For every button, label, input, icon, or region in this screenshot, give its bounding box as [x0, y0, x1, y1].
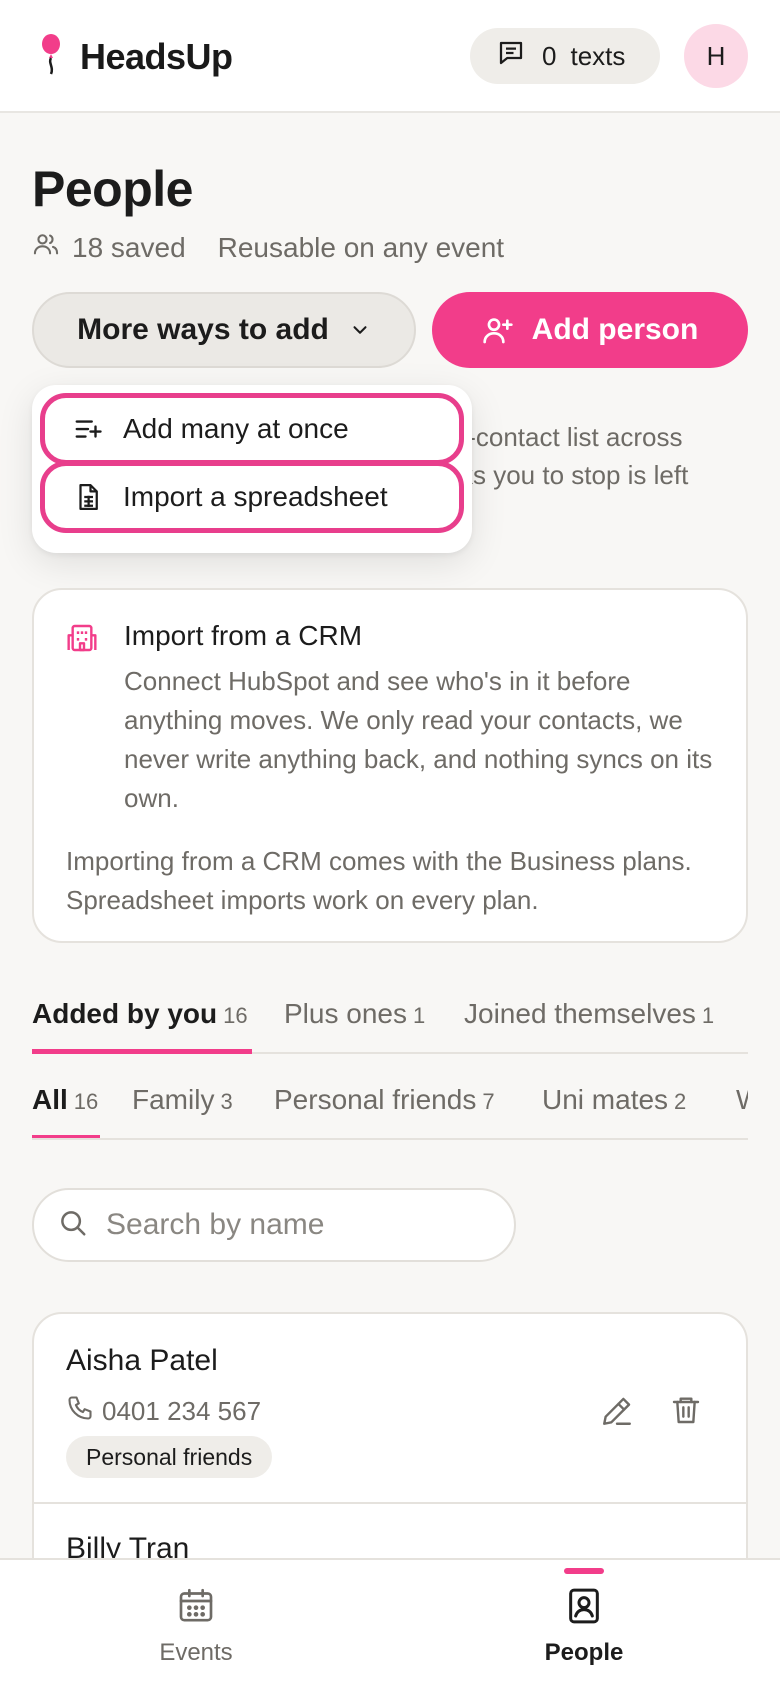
reusable-note: Reusable on any event: [217, 231, 505, 263]
add-person-button[interactable]: Add person: [432, 292, 748, 368]
balloon-icon: [38, 32, 64, 81]
app-header: HeadsUp 0 texts H: [0, 0, 780, 113]
tab-label: Added by you: [32, 998, 218, 1029]
brand-logo[interactable]: HeadsUp: [38, 32, 233, 81]
tab-family[interactable]: Family 3: [132, 1084, 233, 1116]
crm-import-card: Import from a CRM Connect HubSpot and se…: [32, 588, 748, 943]
phone-number: 0401 234 567: [102, 1396, 262, 1426]
menu-item-add-many[interactable]: Add many at once: [40, 393, 464, 465]
texts-count: 0: [542, 40, 557, 71]
building-icon: [66, 622, 98, 659]
tab-label: All: [32, 1084, 68, 1115]
texts-label: texts: [570, 40, 626, 71]
tab-count: 16: [223, 1003, 248, 1028]
tab-count: 2: [674, 1089, 687, 1114]
edit-icon[interactable]: [600, 1394, 634, 1433]
tab-all[interactable]: All 16: [32, 1084, 98, 1116]
phone-icon: [66, 1394, 94, 1429]
add-person-label: Add person: [531, 313, 699, 346]
nav-label: People: [544, 1639, 624, 1666]
person-phone: 0401 234 567: [66, 1394, 261, 1429]
calendar-icon: [176, 1586, 216, 1631]
nav-people[interactable]: People: [484, 1560, 684, 1688]
menu-item-import-spreadsheet[interactable]: Import a spreadsheet: [40, 461, 464, 533]
chevron-down-icon: [349, 319, 371, 341]
person-name: Aisha Patel: [66, 1344, 218, 1377]
tab-joined-themselves[interactable]: Joined themselves 1: [464, 998, 714, 1030]
tab-count: 16: [73, 1089, 99, 1114]
contacts-book-icon: [564, 1586, 604, 1631]
search-input[interactable]: [106, 1208, 486, 1242]
more-ways-label: More ways to add: [77, 313, 329, 346]
tab-count: 7: [482, 1089, 495, 1114]
tab-label: Joined themselves: [464, 998, 696, 1029]
tab-personal-friends[interactable]: Personal friends 7: [274, 1084, 495, 1116]
row-actions: [600, 1394, 702, 1433]
search-box: [32, 1188, 516, 1262]
crm-card-title: Import from a CRM: [124, 620, 363, 651]
obscured-description: t-contact list across ks you to stop is …: [460, 418, 688, 494]
texts-balance-button[interactable]: 0 texts: [470, 28, 660, 84]
active-tab-indicator: [32, 1135, 100, 1138]
crm-card-description: Connect HubSpot and see who's in it befo…: [124, 666, 713, 813]
nav-label: Events: [159, 1639, 233, 1666]
tab-label: Family: [132, 1084, 215, 1115]
saved-count: 18 saved: [72, 231, 186, 263]
spreadsheet-icon: [73, 482, 103, 512]
active-tab-indicator: [32, 1049, 252, 1054]
message-icon: [496, 38, 526, 75]
bottom-nav: Events People: [0, 1558, 780, 1688]
nav-events[interactable]: Events: [96, 1560, 296, 1688]
page-title: People: [32, 161, 193, 217]
tab-label: W: [736, 1084, 748, 1115]
tab-uni-mates[interactable]: Uni mates 2: [542, 1084, 686, 1116]
page-subtitle: 18 saved Reusable on any event: [32, 230, 504, 265]
tab-count: 1: [412, 1003, 426, 1028]
more-ways-to-add-button[interactable]: More ways to add: [32, 292, 416, 368]
tab-count: 1: [701, 1003, 715, 1028]
active-nav-indicator: [564, 1568, 604, 1574]
tab-label: Uni mates: [542, 1084, 669, 1115]
crm-card-footnote: Importing from a CRM comes with the Busi…: [66, 846, 692, 915]
brand-name: HeadsUp: [80, 35, 233, 77]
menu-item-label: Import a spreadsheet: [123, 481, 388, 512]
people-icon: [32, 230, 60, 265]
menu-item-label: Add many at once: [123, 413, 349, 444]
obscured-line-1: t-contact list across: [460, 422, 683, 452]
list-add-icon: [73, 414, 103, 444]
group-tabs: All 16 Family 3 Personal friends 7 Uni mate…: [32, 1084, 748, 1140]
add-options-menu: Add many at once Import a spreadsheet: [32, 385, 472, 553]
obscured-line-2: ks you to stop is left: [460, 460, 689, 490]
user-plus-icon: [482, 314, 514, 346]
row-divider: [34, 1502, 746, 1504]
avatar[interactable]: H: [684, 24, 748, 88]
search-icon: [58, 1208, 88, 1243]
tab-count: 3: [220, 1089, 233, 1114]
tab-overflow[interactable]: W: [736, 1084, 748, 1116]
source-tabs: Added by you 16 Plus ones 1 Joined themsel…: [32, 998, 748, 1054]
trash-icon[interactable]: [670, 1394, 702, 1433]
tab-plus-ones[interactable]: Plus ones 1: [284, 998, 425, 1030]
tab-added-by-you[interactable]: Added by you 16: [32, 998, 248, 1030]
group-tag: Personal friends: [66, 1436, 273, 1478]
tab-label: Personal friends: [274, 1084, 477, 1115]
tab-label: Plus ones: [284, 998, 407, 1029]
